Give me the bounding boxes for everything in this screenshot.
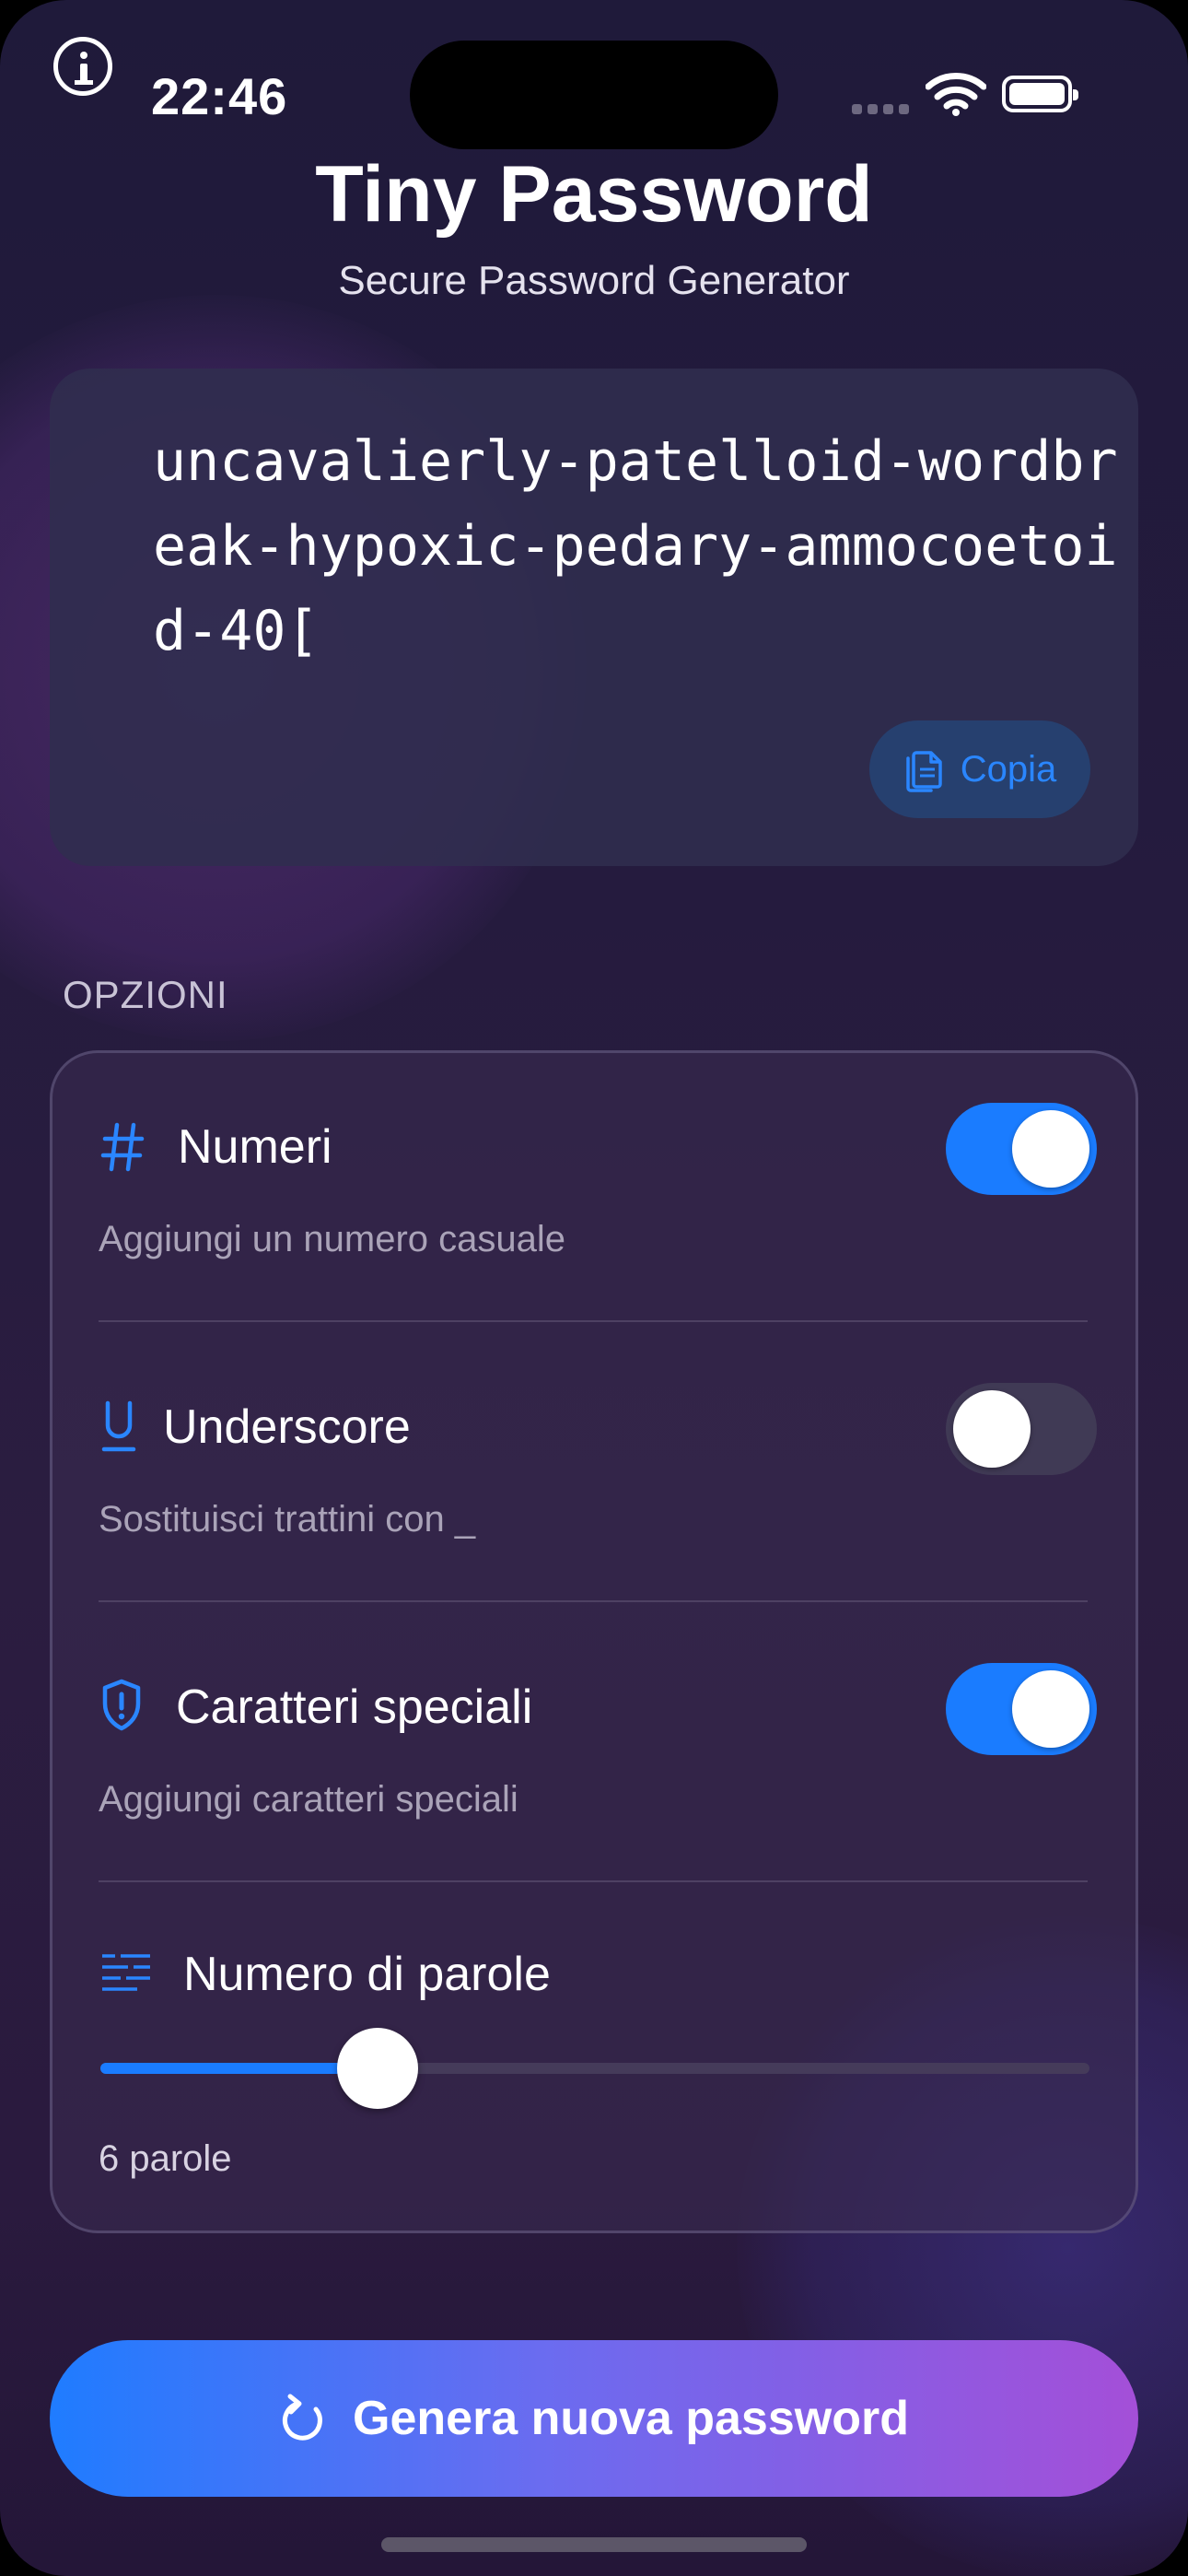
option-word-count-title: Numero di parole bbox=[183, 1948, 551, 2001]
home-indicator bbox=[381, 2537, 807, 2552]
option-numbers-description: Aggiungi un numero casuale bbox=[99, 1219, 566, 1259]
app-title: Tiny Password bbox=[315, 150, 873, 239]
slider-fill bbox=[100, 2063, 378, 2074]
shield-exclamation-icon bbox=[102, 1679, 141, 1731]
divider bbox=[99, 1880, 1088, 1882]
options-card: Numeri Aggiungi un numero casuale Unders… bbox=[50, 1050, 1138, 2233]
refresh-icon bbox=[282, 2394, 322, 2441]
underscore-toggle[interactable] bbox=[946, 1383, 1097, 1475]
option-special-description: Aggiungi caratteri speciali bbox=[99, 1779, 518, 1820]
numbers-toggle[interactable] bbox=[946, 1103, 1097, 1195]
option-numbers-title: Numeri bbox=[178, 1120, 332, 1174]
text-lines-icon bbox=[102, 1954, 150, 1991]
status-time: 22:46 bbox=[151, 67, 288, 125]
info-icon[interactable] bbox=[53, 37, 112, 96]
special-characters-toggle[interactable] bbox=[946, 1663, 1097, 1755]
generate-password-button[interactable]: Genera nuova password bbox=[50, 2340, 1138, 2497]
word-count-slider[interactable] bbox=[100, 2028, 1089, 2109]
generate-button-label: Genera nuova password bbox=[353, 2392, 909, 2445]
app-screen: 22:46 Tiny Password Secure Password Gene… bbox=[0, 0, 1188, 2576]
copy-label: Copia bbox=[960, 748, 1057, 790]
divider bbox=[99, 1320, 1088, 1322]
wifi-icon bbox=[926, 73, 986, 116]
copy-icon bbox=[905, 751, 942, 792]
battery-icon bbox=[1002, 76, 1078, 112]
option-underscore-description: Sostituisci trattini con _ bbox=[99, 1499, 476, 1540]
divider bbox=[99, 1600, 1088, 1602]
option-underscore-title: Underscore bbox=[163, 1400, 411, 1454]
option-special-title: Caratteri speciali bbox=[176, 1680, 533, 1734]
options-section-label: OPZIONI bbox=[63, 973, 228, 1016]
underline-icon bbox=[101, 1400, 136, 1452]
generated-password[interactable]: uncavalierly-patelloid-wordbreak-hypoxic… bbox=[153, 419, 1120, 673]
slider-thumb[interactable] bbox=[336, 2028, 418, 2109]
cellular-signal-icon bbox=[852, 104, 909, 115]
app-subtitle: Secure Password Generator bbox=[338, 258, 850, 303]
dynamic-island bbox=[410, 41, 778, 149]
copy-button[interactable]: Copia bbox=[869, 720, 1090, 818]
password-card: uncavalierly-patelloid-wordbreak-hypoxic… bbox=[50, 369, 1138, 866]
hash-icon bbox=[100, 1122, 145, 1172]
word-count-value: 6 parole bbox=[99, 2138, 232, 2179]
